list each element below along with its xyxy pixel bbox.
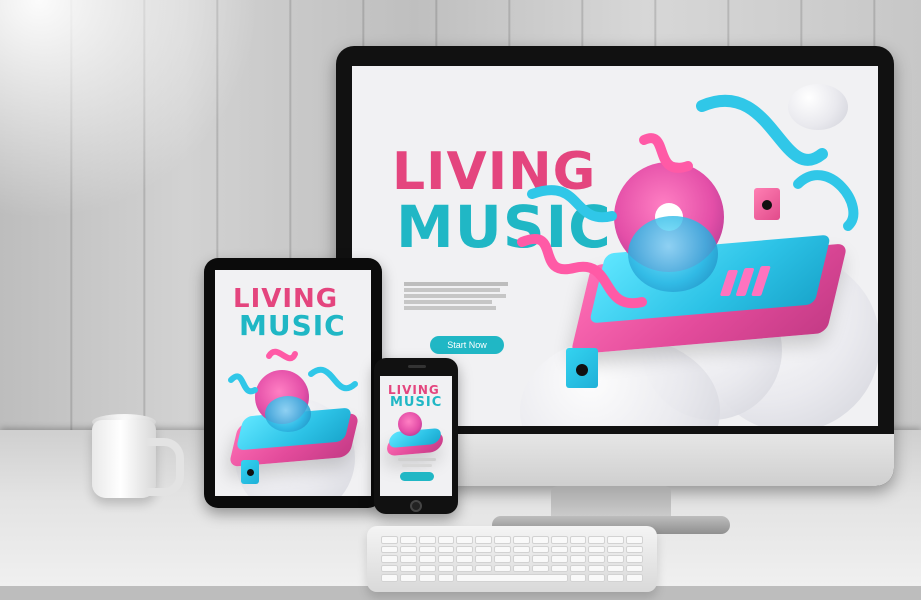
text-line — [402, 464, 432, 467]
key[interactable] — [531, 545, 549, 554]
key[interactable] — [399, 574, 417, 582]
squiggle-art — [228, 348, 358, 395]
tablet-screen: LIVING MUSIC — [215, 270, 371, 496]
mug-handle — [146, 438, 184, 496]
key[interactable] — [513, 545, 530, 554]
key[interactable] — [607, 545, 625, 554]
key[interactable] — [607, 574, 625, 582]
keyboard-keys — [381, 536, 643, 582]
key[interactable] — [475, 555, 493, 563]
key[interactable] — [399, 564, 417, 573]
key[interactable] — [626, 545, 643, 554]
key[interactable] — [607, 536, 625, 544]
key[interactable] — [418, 574, 436, 582]
key[interactable] — [475, 545, 493, 554]
key[interactable] — [456, 555, 474, 563]
phone-headline-line-2: MUSIC — [390, 395, 443, 410]
key[interactable] — [569, 564, 587, 573]
key[interactable] — [588, 536, 606, 544]
key[interactable] — [569, 574, 587, 582]
key[interactable] — [550, 555, 568, 563]
key[interactable] — [437, 555, 455, 563]
key[interactable] — [569, 545, 587, 554]
key[interactable] — [399, 555, 417, 563]
key[interactable] — [494, 555, 511, 563]
wireless-keyboard — [367, 526, 657, 592]
key[interactable] — [399, 545, 417, 554]
key[interactable] — [626, 574, 643, 582]
key[interactable] — [531, 536, 549, 544]
key[interactable] — [607, 555, 625, 563]
key[interactable] — [607, 564, 625, 573]
key[interactable] — [531, 564, 549, 573]
phone-cta-button[interactable] — [400, 472, 434, 481]
key[interactable] — [588, 574, 606, 582]
key[interactable] — [626, 536, 643, 544]
key[interactable] — [513, 555, 530, 563]
key[interactable] — [475, 564, 493, 573]
key[interactable] — [494, 536, 511, 544]
key[interactable] — [399, 536, 417, 544]
key[interactable] — [626, 564, 643, 573]
key[interactable] — [418, 555, 436, 563]
key[interactable] — [456, 545, 474, 554]
key[interactable] — [513, 536, 530, 544]
key[interactable] — [531, 555, 549, 563]
key[interactable] — [456, 536, 474, 544]
key[interactable] — [550, 536, 568, 544]
key[interactable] — [569, 536, 587, 544]
key[interactable] — [418, 564, 436, 573]
vinyl-record — [398, 412, 422, 436]
key[interactable] — [381, 564, 398, 573]
key[interactable] — [381, 574, 398, 582]
key[interactable] — [513, 564, 530, 573]
key[interactable] — [437, 564, 455, 573]
key[interactable] — [381, 545, 398, 554]
key[interactable] — [550, 545, 568, 554]
home-button[interactable] — [410, 500, 422, 512]
key[interactable] — [475, 536, 493, 544]
key[interactable] — [550, 564, 568, 573]
key[interactable] — [418, 536, 436, 544]
smartphone-device: LIVING MUSIC — [374, 358, 458, 514]
key[interactable] — [569, 555, 587, 563]
text-line — [398, 458, 436, 461]
key[interactable] — [381, 555, 398, 563]
phone-screen: LIVING MUSIC — [380, 376, 452, 496]
key[interactable] — [437, 536, 455, 544]
key[interactable] — [456, 564, 474, 573]
key[interactable] — [494, 564, 511, 573]
key[interactable] — [437, 545, 455, 554]
key[interactable] — [494, 545, 511, 554]
key[interactable] — [418, 545, 436, 554]
tablet-device: LIVING MUSIC — [204, 258, 382, 508]
space-key[interactable] — [456, 574, 568, 582]
phone-speaker — [408, 365, 426, 368]
key[interactable] — [588, 564, 606, 573]
key[interactable] — [381, 536, 398, 544]
key[interactable] — [588, 545, 606, 554]
key[interactable] — [437, 574, 455, 582]
key[interactable] — [588, 555, 606, 563]
key[interactable] — [626, 555, 643, 563]
